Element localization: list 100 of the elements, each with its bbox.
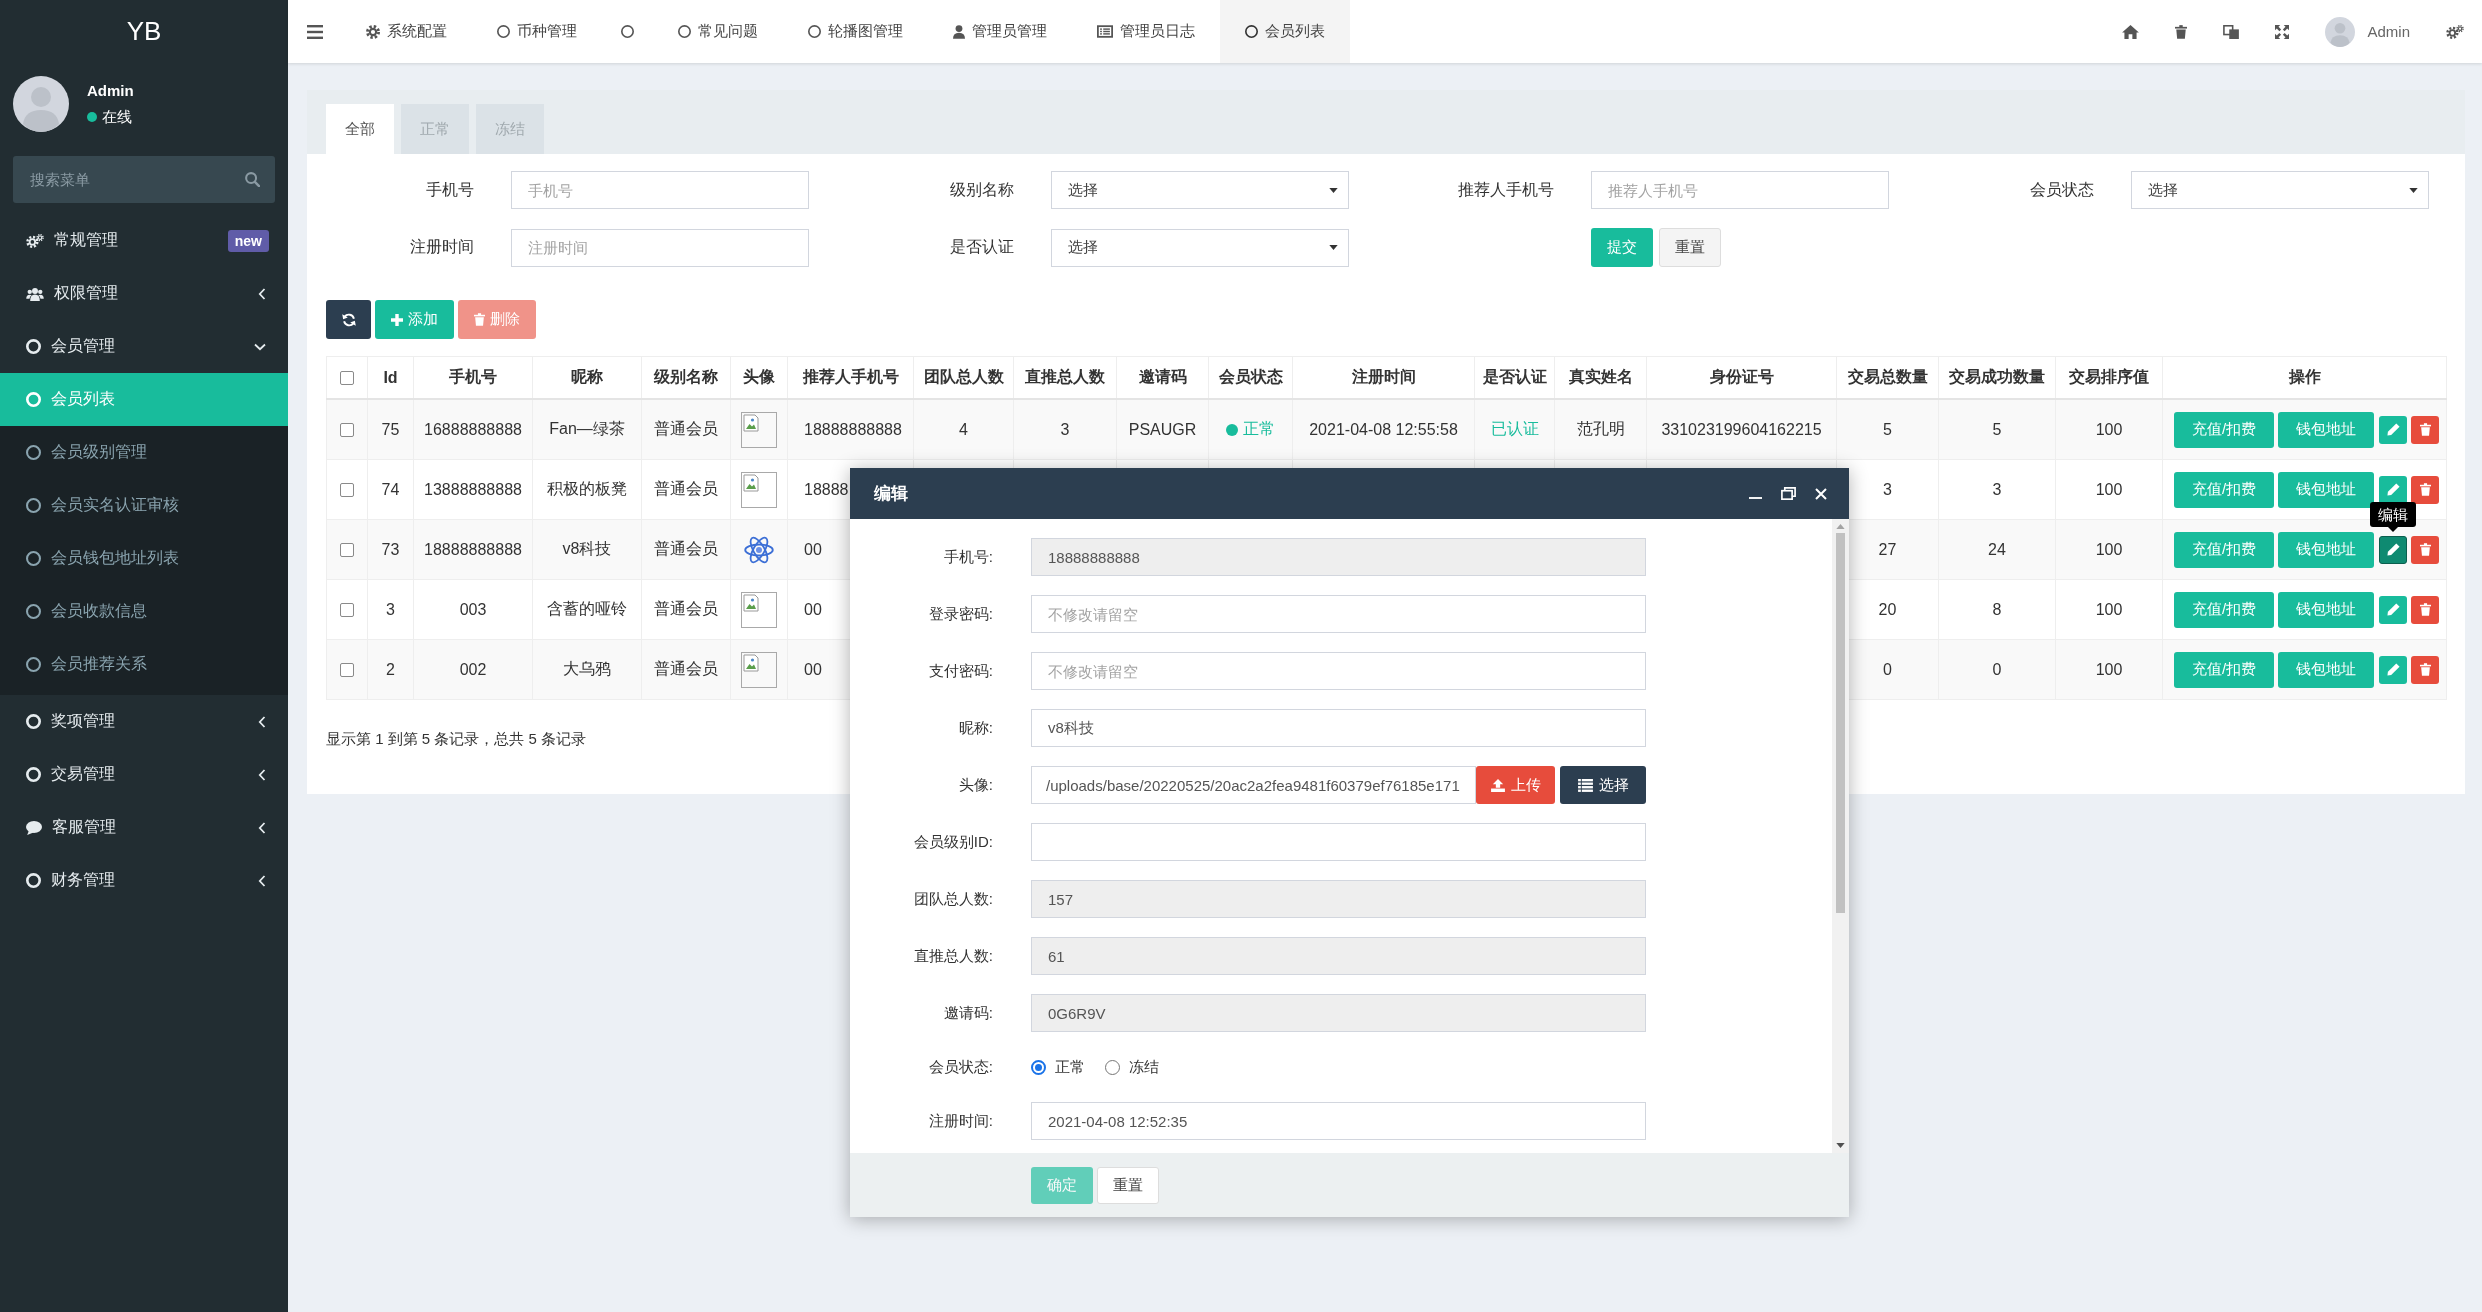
scrollbar[interactable] xyxy=(1832,519,1849,1153)
input-field[interactable]: 推荐人手机号 xyxy=(1591,171,1889,209)
text-field[interactable]: 不修改请留空 xyxy=(1031,652,1646,690)
cell-text: 20 xyxy=(1878,600,1897,618)
upload-button[interactable]: 上传 xyxy=(1476,766,1555,804)
search-field[interactable]: 搜索菜单 xyxy=(13,156,275,203)
radio-label: 冻结 xyxy=(1129,1057,1159,1077)
text-field[interactable]: 2021-04-08 12:52:35 xyxy=(1031,1102,1646,1140)
language-icon[interactable] xyxy=(2223,24,2240,39)
text-field[interactable]: 18888888888 xyxy=(1031,538,1646,576)
submenu-item[interactable]: 会员实名认证审核 xyxy=(0,479,288,532)
filter-label: 会员状态 xyxy=(2030,180,2094,198)
column-header: 交易排序值 xyxy=(2069,368,2149,385)
column-header: 昵称 xyxy=(571,368,603,385)
fullscreen-icon[interactable] xyxy=(2275,24,2290,39)
nav-tab[interactable]: 币种管理 xyxy=(472,0,602,63)
menu-icon[interactable] xyxy=(306,24,323,39)
menu-item[interactable]: 会员管理 xyxy=(0,320,288,373)
field-label: 手机号: xyxy=(943,547,993,565)
ring-icon xyxy=(678,25,691,38)
submenu-item[interactable]: 会员钱包地址列表 xyxy=(0,532,288,585)
nav-tab[interactable]: 常见问题 xyxy=(653,0,783,63)
cell-text: 00 xyxy=(804,660,822,678)
refresh-button[interactable] xyxy=(326,300,371,339)
cell-text: PSAUGR xyxy=(1128,420,1197,438)
checkbox[interactable] xyxy=(340,371,354,386)
edit-button[interactable] xyxy=(2379,535,2408,564)
filter-tab[interactable]: 全部 xyxy=(326,104,394,154)
ring-icon xyxy=(26,767,41,782)
edit-button[interactable] xyxy=(2379,475,2408,504)
reset-button[interactable]: 重置 xyxy=(1659,228,1721,267)
text-field[interactable]: v8科技 xyxy=(1031,709,1646,747)
text-field[interactable]: 不修改请留空 xyxy=(1031,595,1646,633)
ring-icon xyxy=(26,657,41,672)
ring-icon xyxy=(26,551,41,566)
cell-text: 00 xyxy=(804,540,822,558)
nav-tab[interactable]: 会员列表 xyxy=(1220,0,1350,63)
search-icon[interactable] xyxy=(245,172,260,187)
menu-item[interactable]: 奖项管理 xyxy=(0,695,288,748)
text-field[interactable]: 61 xyxy=(1031,937,1646,975)
text-field[interactable] xyxy=(1031,823,1646,861)
submenu-item[interactable]: 会员收款信息 xyxy=(0,585,288,638)
caret-down-icon xyxy=(2409,187,2418,193)
checkbox[interactable] xyxy=(340,483,354,498)
home-icon[interactable] xyxy=(2122,24,2140,39)
cell-text: 331023199604162215 xyxy=(1661,420,1822,438)
close-icon[interactable] xyxy=(1815,487,1827,500)
radio-button[interactable] xyxy=(1105,1059,1120,1075)
trash-icon xyxy=(474,313,485,326)
select-field[interactable]: 选择 xyxy=(1051,228,1349,267)
text-field[interactable]: /uploads/base/20220525/20ac2a2fea9481f60379ef76185e171 xyxy=(1031,766,1476,804)
cell-text: 3 xyxy=(386,600,395,618)
choose-button[interactable]: 选择 xyxy=(1560,766,1646,804)
delete-button[interactable] xyxy=(2411,415,2440,444)
text-field[interactable]: 157 xyxy=(1031,880,1646,918)
cell-text: 75 xyxy=(381,420,400,438)
cell-text: 普通会员 xyxy=(654,420,718,437)
input-field[interactable]: 手机号 xyxy=(511,171,809,209)
broken-image-icon xyxy=(741,591,777,628)
nav-tab[interactable]: 系统配置 xyxy=(341,0,472,63)
menu-item[interactable]: 权限管理 xyxy=(0,267,288,320)
filter-label: 级别名称 xyxy=(950,180,1014,198)
user-menu[interactable]: Admin xyxy=(2307,0,2428,63)
status-dot-icon xyxy=(1226,423,1238,436)
checkbox[interactable] xyxy=(340,663,354,678)
menu-item[interactable]: 交易管理 xyxy=(0,748,288,801)
delete-button[interactable] xyxy=(2411,535,2440,564)
scroll-up-icon[interactable] xyxy=(1836,524,1845,529)
checkbox[interactable] xyxy=(340,603,354,618)
checkbox[interactable] xyxy=(340,543,354,558)
ring-icon xyxy=(26,445,41,460)
nav-tab[interactable]: 轮播图管理 xyxy=(783,0,928,63)
gears-icon[interactable] xyxy=(2446,24,2464,39)
cell-text: 2021-04-08 12:55:58 xyxy=(1309,420,1458,438)
submenu-item[interactable]: 会员级别管理 xyxy=(0,426,288,479)
select-field[interactable]: 选择 xyxy=(1051,171,1349,209)
input-field[interactable]: 注册时间 xyxy=(511,228,809,267)
delete-button[interactable] xyxy=(2411,655,2440,684)
ring-icon xyxy=(497,25,510,38)
checkbox[interactable] xyxy=(340,423,354,438)
delete-button[interactable] xyxy=(2411,475,2440,504)
menu-item[interactable]: 客服管理 xyxy=(0,801,288,854)
column-header: 会员状态 xyxy=(1218,368,1283,385)
trash-icon[interactable] xyxy=(2175,24,2188,39)
reset-button[interactable]: 重置 xyxy=(1097,1166,1159,1204)
maximize-icon[interactable] xyxy=(1781,487,1796,500)
select-field[interactable]: 选择 xyxy=(2131,171,2429,209)
ring-icon xyxy=(808,25,821,38)
radio-button[interactable] xyxy=(1031,1059,1046,1075)
cell-text: 27 xyxy=(1878,540,1897,558)
scrollbar-thumb[interactable] xyxy=(1836,533,1845,913)
nav-tab[interactable]: 管理员管理 xyxy=(928,0,1072,63)
nav-tab[interactable]: 管理员日志 xyxy=(1072,0,1220,63)
menu-item[interactable]: 财务管理 xyxy=(0,854,288,907)
menu-item[interactable]: 常规管理 new xyxy=(0,214,288,267)
tooltip: 编辑 xyxy=(2370,501,2417,532)
text-field[interactable]: 0G6R9V xyxy=(1031,994,1646,1032)
scroll-down-icon[interactable] xyxy=(1836,1143,1845,1148)
submenu-item[interactable]: 会员推荐关系 xyxy=(0,638,288,691)
delete-button[interactable] xyxy=(2411,595,2440,624)
